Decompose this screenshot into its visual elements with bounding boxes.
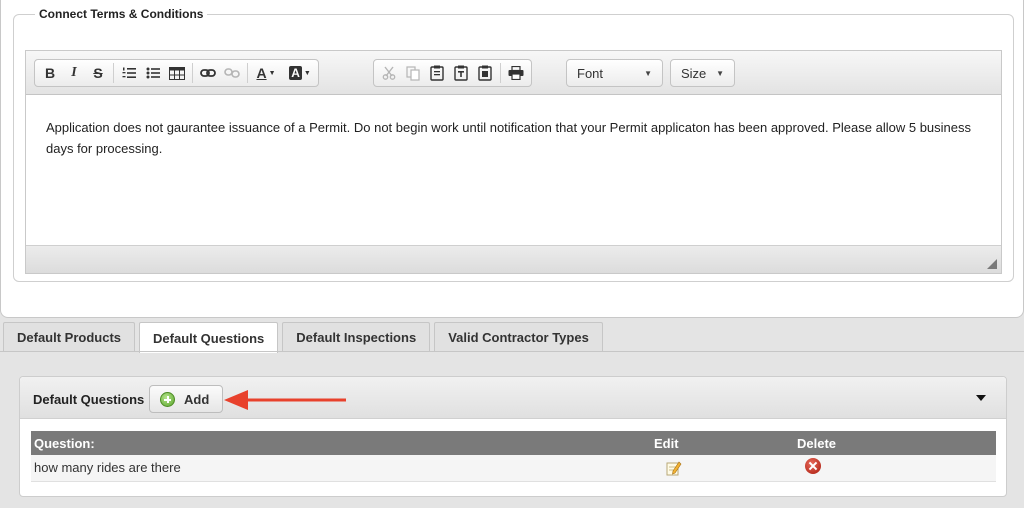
background-color-icon[interactable]: A ▼	[285, 62, 315, 84]
text-color-icon[interactable]: A ▼	[251, 62, 281, 84]
column-header-delete: Delete	[794, 431, 996, 455]
tab-default-products[interactable]: Default Products	[3, 322, 136, 352]
toolbar-separator	[247, 63, 248, 83]
terms-legend: Connect Terms & Conditions	[35, 7, 208, 21]
toolbar-separator	[192, 63, 193, 83]
paste-text-icon[interactable]	[449, 62, 473, 84]
font-select[interactable]: Font ▼	[566, 59, 663, 87]
unlink-icon[interactable]	[220, 62, 244, 84]
questions-table: Question: Edit Delete how many rides are…	[31, 431, 996, 482]
terms-panel: Connect Terms & Conditions B I S A ▼ A ▼…	[0, 0, 1024, 318]
delete-icon[interactable]	[805, 457, 821, 474]
paste-icon[interactable]	[425, 62, 449, 84]
table-header-row: Question: Edit Delete	[31, 431, 996, 455]
size-select[interactable]: Size ▼	[670, 59, 735, 87]
chevron-down-icon: ▼	[716, 68, 724, 78]
plus-circle-icon	[160, 391, 175, 407]
questions-header: Default Questions Add	[20, 377, 1006, 419]
chevron-down-icon: ▼	[644, 68, 652, 78]
paste-word-icon[interactable]	[473, 62, 497, 84]
table-row: how many rides are there	[31, 455, 996, 482]
table-icon[interactable]	[165, 62, 189, 84]
clipboard-group	[373, 59, 532, 87]
collapse-toggle-icon[interactable]	[976, 395, 986, 401]
edit-icon[interactable]	[666, 460, 682, 476]
editor-toolbar: B I S A ▼ A ▼ Font ▼ Size ▼	[26, 51, 1001, 95]
editor-content[interactable]: Application does not gaurantee issuance …	[46, 117, 986, 159]
add-button-label: Add	[184, 391, 210, 407]
edit-cell	[651, 455, 794, 482]
link-icon[interactable]	[196, 62, 220, 84]
default-questions-panel: Default Questions Add Question: Edit Del…	[19, 376, 1007, 497]
tab-divider	[0, 351, 1024, 352]
question-cell: how many rides are there	[31, 455, 651, 482]
add-question-button[interactable]: Add	[149, 385, 223, 413]
strikethrough-icon[interactable]: S	[86, 62, 110, 84]
tab-valid-contractor-types[interactable]: Valid Contractor Types	[434, 322, 603, 352]
copy-icon[interactable]	[401, 62, 425, 84]
toolbar-separator	[500, 63, 501, 83]
italic-icon[interactable]: I	[62, 62, 86, 84]
resize-handle-icon[interactable]	[987, 259, 997, 269]
annotation-arrow-icon	[224, 390, 346, 410]
questions-title: Default Questions	[33, 392, 145, 407]
format-group: B I S A ▼ A ▼	[34, 59, 319, 87]
editor-status-bar	[26, 245, 1001, 273]
delete-cell	[794, 455, 996, 482]
toolbar-separator	[113, 63, 114, 83]
cut-icon[interactable]	[377, 62, 401, 84]
bold-icon[interactable]: B	[38, 62, 62, 84]
bulleted-list-icon[interactable]	[141, 62, 165, 84]
tab-bar: Default Products Default Questions Defau…	[3, 322, 603, 353]
print-icon[interactable]	[504, 62, 528, 84]
numbered-list-icon[interactable]	[117, 62, 141, 84]
column-header-question: Question:	[31, 431, 651, 455]
tab-default-questions[interactable]: Default Questions	[139, 322, 279, 353]
rich-text-editor: B I S A ▼ A ▼ Font ▼ Size ▼ Application …	[25, 50, 1002, 274]
column-header-edit: Edit	[651, 431, 794, 455]
tab-default-inspections[interactable]: Default Inspections	[282, 322, 431, 352]
